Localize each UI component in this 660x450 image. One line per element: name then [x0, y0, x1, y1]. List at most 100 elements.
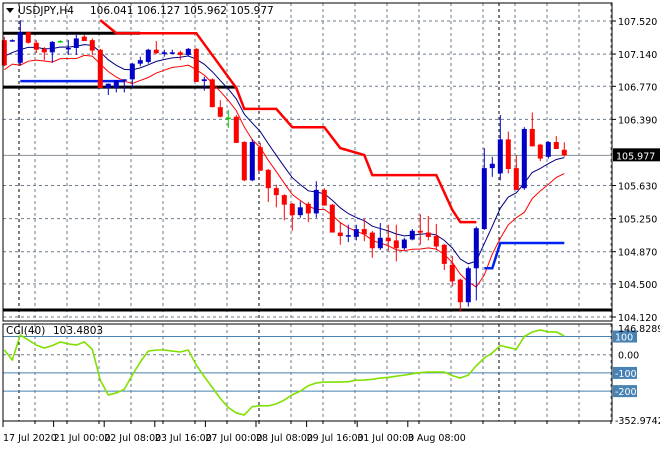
candle-body — [265, 169, 271, 189]
candle — [321, 188, 327, 206]
candle-body — [361, 229, 367, 235]
candle — [313, 181, 319, 218]
candle-body — [385, 237, 391, 242]
candle — [457, 278, 463, 312]
candle — [545, 141, 551, 159]
candle — [49, 41, 55, 63]
candle-body — [401, 239, 407, 249]
cci-max-label: 146.8289 — [618, 324, 660, 335]
symbol-label: USDJPY,H4 — [18, 5, 74, 17]
candle-body — [81, 36, 87, 42]
cci-panel — [3, 329, 612, 416]
price-tick-label: 107.140 — [618, 50, 657, 61]
candle-body — [281, 195, 287, 205]
candle — [161, 49, 167, 57]
candle — [137, 56, 143, 67]
candle — [433, 223, 439, 250]
cci-level-label: -200 — [615, 387, 637, 398]
candle — [249, 139, 255, 182]
current-price-label: 105.977 — [616, 151, 655, 162]
candle — [153, 41, 159, 55]
candle — [505, 131, 511, 174]
candle-body — [425, 232, 431, 237]
candle — [401, 237, 407, 250]
indicator-lines — [4, 19, 565, 288]
candle-body — [113, 80, 119, 89]
price-tick-label: 104.120 — [618, 313, 657, 324]
price-tick-label: 105.630 — [618, 182, 657, 193]
candle-body — [121, 79, 127, 81]
candle-body — [161, 52, 167, 55]
candle-body — [529, 128, 535, 147]
candle — [393, 224, 399, 262]
candle — [217, 100, 223, 118]
candle-body — [49, 41, 55, 53]
candle — [529, 112, 535, 147]
candle — [97, 48, 103, 89]
price-tick-label: 107.520 — [618, 17, 657, 28]
candle-body — [257, 147, 263, 171]
candle-body — [201, 79, 207, 82]
candle — [345, 224, 351, 243]
candle — [425, 216, 431, 241]
candle — [553, 135, 559, 149]
candle-body — [441, 244, 447, 264]
time-label: 22 Jul 08:00 — [104, 433, 161, 444]
candle — [193, 47, 199, 82]
candle-body — [9, 40, 15, 42]
candle-body — [313, 189, 319, 214]
candle-body — [417, 230, 423, 233]
cci-min-label: -352.9742 — [615, 416, 660, 427]
candle-body — [185, 48, 191, 55]
candle-body — [177, 52, 183, 55]
candle-body — [193, 48, 199, 82]
candle — [73, 34, 79, 55]
candle-body — [505, 139, 511, 170]
candle — [89, 38, 95, 55]
candle — [177, 50, 183, 61]
candle-body — [217, 107, 223, 117]
candle-body — [97, 49, 103, 89]
candle — [265, 169, 271, 203]
candle — [377, 222, 383, 250]
candle-body — [449, 264, 455, 282]
candle-body — [465, 268, 471, 303]
candle — [409, 229, 415, 241]
cci-title: CCI(40) — [6, 325, 45, 337]
candle-body — [305, 203, 311, 214]
candle — [81, 34, 87, 42]
candle — [369, 230, 375, 258]
candle-body — [145, 49, 151, 62]
candle-body — [297, 207, 303, 216]
candle-body — [105, 83, 111, 89]
cci-level-label: -100 — [615, 369, 637, 380]
candle — [185, 47, 191, 57]
price-tick-label: 104.870 — [618, 248, 657, 259]
time-label: 31 Jul 00:00 — [357, 433, 414, 444]
candle — [129, 62, 135, 89]
time-label: 21 Jul 00:00 — [54, 433, 111, 444]
candle-body — [353, 229, 359, 237]
candle-body — [273, 188, 279, 196]
candle — [465, 266, 471, 307]
candle — [233, 115, 239, 143]
candle — [113, 80, 119, 93]
candle-body — [169, 52, 175, 54]
price-tick-label: 105.250 — [618, 215, 657, 226]
candle-body — [249, 142, 255, 181]
dropdown-triangle-icon[interactable] — [6, 8, 14, 13]
candle-body — [377, 237, 383, 249]
candle-body — [57, 41, 63, 43]
trading-chart[interactable]: 107.520 107.140 106.770 106.390 105.630 105.2… — [0, 0, 660, 450]
candle-body — [433, 236, 439, 247]
candle-body — [369, 232, 375, 249]
candle-body — [513, 168, 519, 190]
candle-body — [89, 40, 95, 51]
candle — [17, 20, 23, 66]
price-tick-label: 106.770 — [618, 82, 657, 93]
candle-body — [73, 38, 79, 48]
candle-body — [209, 79, 215, 108]
candle-body — [553, 142, 559, 149]
time-label: 28 Jul 08:00 — [256, 433, 313, 444]
candle-body — [561, 149, 567, 156]
